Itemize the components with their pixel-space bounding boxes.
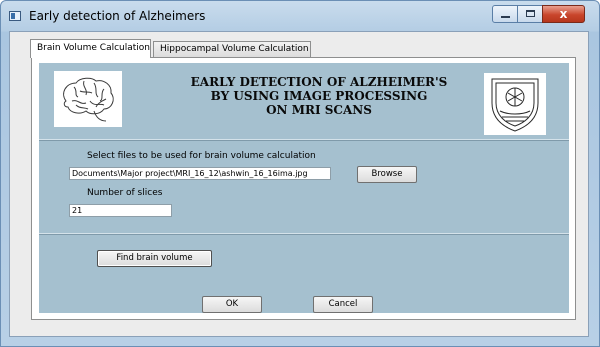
header-area: EARLY DETECTION OF ALZHEIMER'S BY USING … [39,63,569,137]
form-divider [39,233,569,235]
tab-panel: EARLY DETECTION OF ALZHEIMER'S BY USING … [31,57,576,320]
window-title: Early detection of Alzheimers [29,9,206,23]
header-divider [39,139,569,141]
tab-hippocampal-volume[interactable]: Hippocampal Volume Calculation [153,41,311,57]
app-window: Early detection of Alzheimers x Brain Vo… [0,0,600,347]
institute-emblem-icon [484,73,546,135]
minimize-button[interactable] [492,5,518,23]
minimize-icon [501,16,510,18]
number-of-slices-field[interactable]: 21 [69,204,172,217]
close-button[interactable]: x [542,5,585,23]
cancel-button[interactable]: Cancel [313,296,373,313]
find-brain-volume-button[interactable]: Find brain volume [97,250,212,267]
number-of-slices-label: Number of slices [87,188,163,198]
dialog-client-area: Brain Volume Calculation Hippocampal Vol… [9,31,589,337]
tab-brain-volume[interactable]: Brain Volume Calculation [30,39,151,58]
brain-icon [54,71,122,127]
title-bar[interactable]: Early detection of Alzheimers x [1,1,599,31]
file-path-field[interactable]: Documents\Major project\MRI_16_12\ashwin… [69,167,331,180]
maximize-icon [526,10,535,17]
page-title: EARLY DETECTION OF ALZHEIMER'S BY USING … [190,75,448,117]
app-window-icon[interactable] [9,11,21,21]
close-icon: x [559,7,568,21]
ok-button[interactable]: OK [202,296,262,313]
form-panel: EARLY DETECTION OF ALZHEIMER'S BY USING … [39,63,569,313]
maximize-button[interactable] [517,5,543,23]
browse-button[interactable]: Browse [357,166,417,183]
select-files-label: Select files to be used for brain volume… [87,151,316,161]
